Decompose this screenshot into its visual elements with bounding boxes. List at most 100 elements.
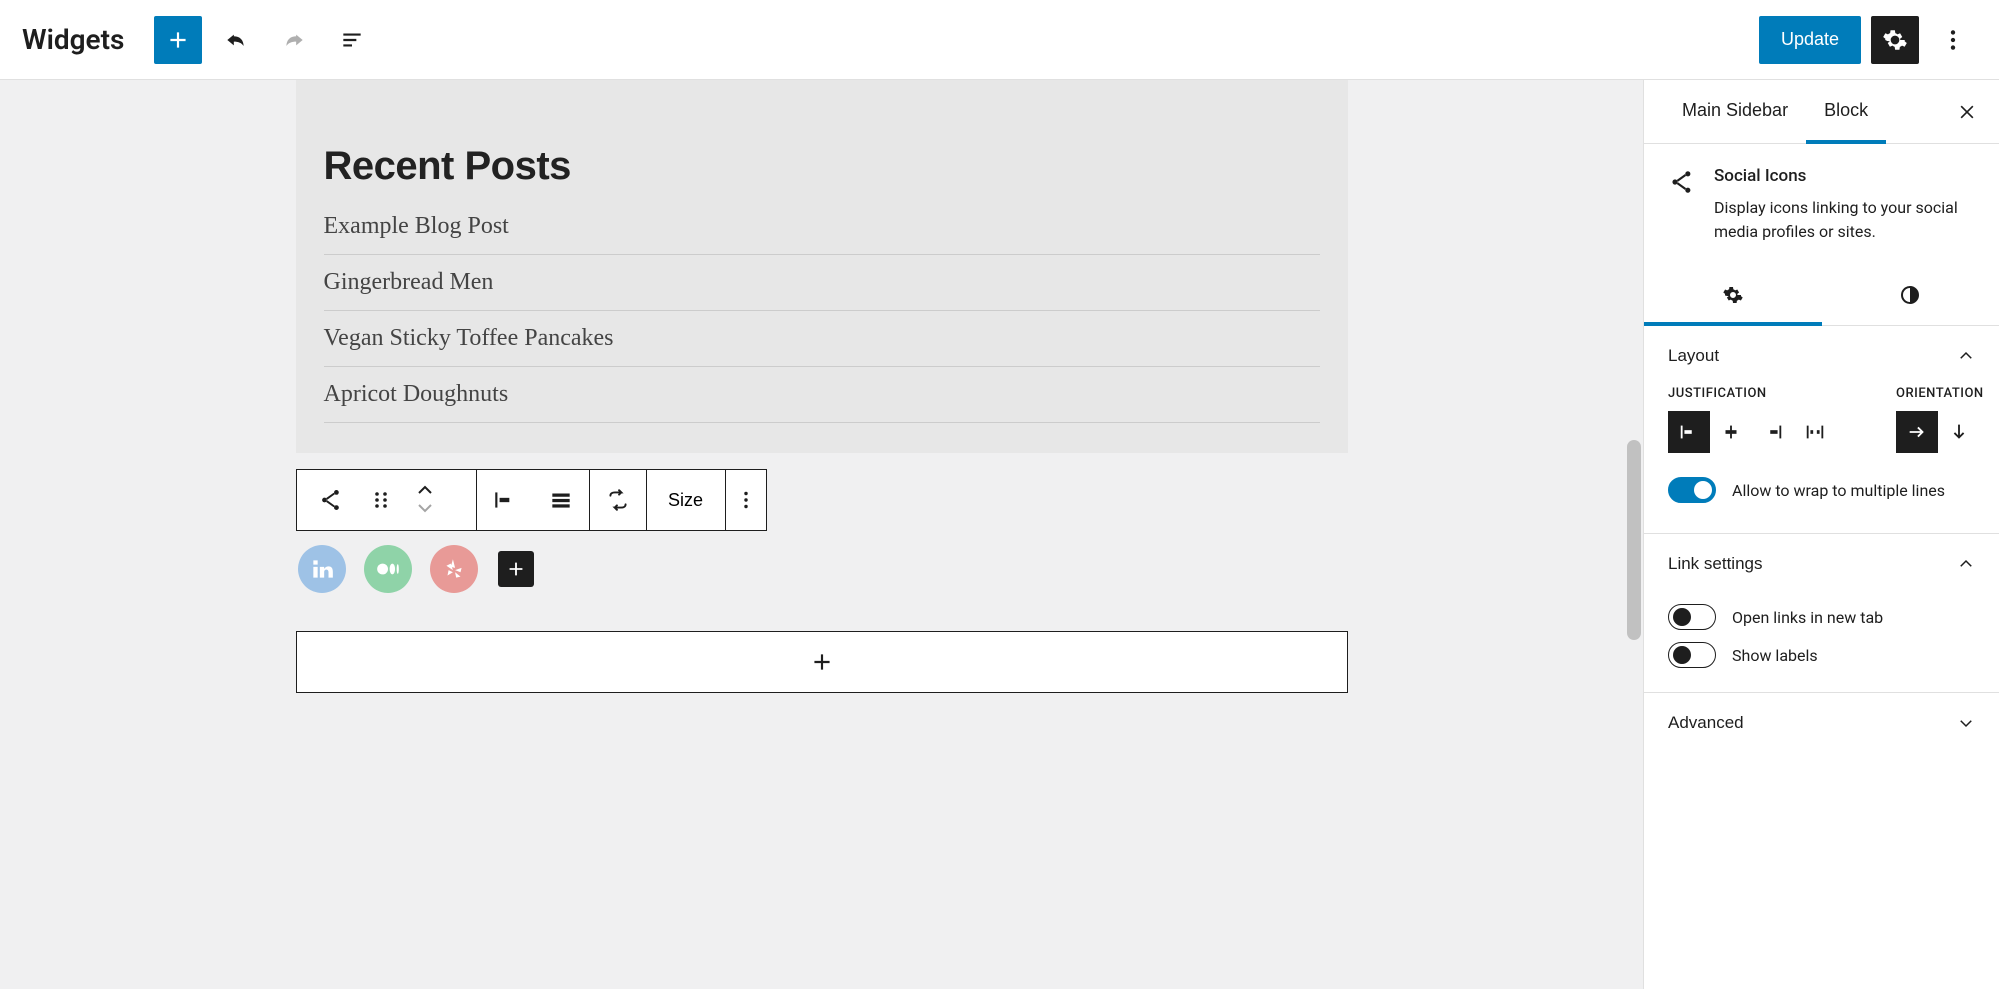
recent-posts-list: Example Blog Post Gingerbread Men Vegan … [324, 213, 1320, 423]
block-type-button[interactable] [305, 470, 357, 530]
justify-center-button[interactable] [1710, 411, 1752, 453]
editor-canvas[interactable]: Recent Posts Example Blog Post Gingerbre… [0, 80, 1643, 989]
transform-button[interactable] [590, 470, 646, 530]
show-labels-toggle[interactable] [1668, 642, 1716, 668]
orientation-label: ORIENTATION [1896, 386, 1984, 401]
social-icons-block[interactable] [296, 545, 1348, 593]
chevron-up-icon [1957, 347, 1975, 365]
plus-icon [165, 27, 191, 53]
more-vertical-icon [1940, 27, 1966, 53]
plus-icon [809, 649, 835, 675]
justification-group [1668, 411, 1836, 453]
layout-panel: Layout JUSTIFICATION ORIE [1644, 326, 1999, 534]
close-icon [1957, 102, 1977, 122]
scrollbar-thumb[interactable] [1627, 440, 1641, 640]
orientation-horizontal-button[interactable] [1896, 411, 1938, 453]
block-description: Display icons linking to your social med… [1714, 196, 1975, 244]
yelp-icon[interactable] [430, 545, 478, 593]
justify-space-between-icon [1804, 421, 1826, 443]
settings-sidebar: Main Sidebar Block Social Icons Display … [1643, 80, 1999, 989]
drag-handle[interactable] [361, 490, 401, 510]
close-sidebar-button[interactable] [1951, 96, 1983, 128]
advanced-panel-title: Advanced [1668, 713, 1744, 733]
justify-left-icon [492, 487, 518, 513]
inspector-subtabs [1644, 268, 1999, 326]
linkedin-icon[interactable] [298, 545, 346, 593]
link-settings-panel: Link settings Open links in new tab Show… [1644, 534, 1999, 693]
advanced-panel-toggle[interactable]: Advanced [1644, 693, 1999, 753]
block-title: Social Icons [1714, 166, 1975, 186]
more-options-button[interactable] [1929, 16, 1977, 64]
transform-icon [605, 487, 631, 513]
chevron-up-icon [416, 484, 434, 496]
medium-icon[interactable] [364, 545, 412, 593]
new-tab-toggle[interactable] [1668, 604, 1716, 630]
justify-left-button[interactable] [477, 470, 533, 530]
update-button[interactable]: Update [1759, 16, 1861, 64]
undo-button[interactable] [212, 16, 260, 64]
share-icon [1668, 168, 1696, 196]
wrap-toggle-label: Allow to wrap to multiple lines [1732, 481, 1945, 500]
arrow-right-icon [1906, 421, 1928, 443]
page-title: Widgets [22, 23, 124, 56]
plus-icon [505, 558, 527, 580]
arrow-down-icon [1948, 421, 1970, 443]
justify-space-between-button[interactable] [1794, 411, 1836, 453]
justify-center-icon [1720, 421, 1742, 443]
redo-button[interactable] [270, 16, 318, 64]
list-view-button[interactable] [328, 16, 376, 64]
block-toolbar: Size [296, 469, 767, 531]
move-buttons [405, 482, 445, 518]
post-item[interactable]: Gingerbread Men [324, 255, 1320, 311]
justify-left-icon [1678, 421, 1700, 443]
justify-left-button[interactable] [1668, 411, 1710, 453]
topbar: Widgets Update [0, 0, 1999, 80]
link-settings-panel-toggle[interactable]: Link settings [1644, 534, 1999, 594]
add-social-icon-button[interactable] [498, 551, 534, 587]
link-settings-panel-title: Link settings [1668, 554, 1763, 574]
redo-icon [281, 27, 307, 53]
advanced-panel: Advanced [1644, 693, 1999, 753]
add-block-inline-button[interactable] [296, 631, 1348, 693]
move-down-button[interactable] [416, 500, 434, 518]
widget-area: Recent Posts Example Blog Post Gingerbre… [296, 80, 1348, 453]
post-item[interactable]: Vegan Sticky Toffee Pancakes [324, 311, 1320, 367]
list-view-icon [339, 27, 365, 53]
wrap-toggle[interactable] [1668, 477, 1716, 503]
chevron-down-icon [416, 502, 434, 514]
align-icon [548, 487, 574, 513]
styles-subtab[interactable] [1822, 268, 1999, 326]
new-tab-toggle-label: Open links in new tab [1732, 608, 1883, 627]
move-up-button[interactable] [416, 482, 434, 500]
chevron-up-icon [1957, 555, 1975, 573]
tab-block[interactable]: Block [1806, 81, 1886, 144]
tab-main-sidebar[interactable]: Main Sidebar [1664, 81, 1806, 144]
settings-subtab[interactable] [1644, 268, 1822, 326]
post-item[interactable]: Example Blog Post [324, 213, 1320, 255]
gear-icon [1721, 283, 1745, 307]
recent-posts-heading[interactable]: Recent Posts [324, 144, 1320, 189]
contrast-icon [1898, 283, 1922, 307]
share-icon [318, 487, 344, 513]
chevron-down-icon [1957, 714, 1975, 732]
show-labels-toggle-label: Show labels [1732, 646, 1818, 665]
add-block-button[interactable] [154, 16, 202, 64]
post-item[interactable]: Apricot Doughnuts [324, 367, 1320, 423]
sidebar-tabs: Main Sidebar Block [1644, 80, 1999, 144]
align-button[interactable] [533, 470, 589, 530]
justify-right-icon [1762, 421, 1784, 443]
gear-icon [1882, 27, 1908, 53]
layout-panel-toggle[interactable]: Layout [1644, 326, 1999, 386]
more-vertical-icon [733, 487, 759, 513]
drag-icon [373, 490, 389, 510]
undo-icon [223, 27, 249, 53]
block-more-button[interactable] [726, 470, 766, 530]
settings-button[interactable] [1871, 16, 1919, 64]
layout-panel-title: Layout [1668, 346, 1719, 366]
justification-label: JUSTIFICATION [1668, 386, 1836, 401]
orientation-group [1896, 411, 1984, 453]
block-card: Social Icons Display icons linking to yo… [1644, 144, 1999, 268]
orientation-vertical-button[interactable] [1938, 411, 1980, 453]
justify-right-button[interactable] [1752, 411, 1794, 453]
size-button[interactable]: Size [647, 470, 725, 530]
